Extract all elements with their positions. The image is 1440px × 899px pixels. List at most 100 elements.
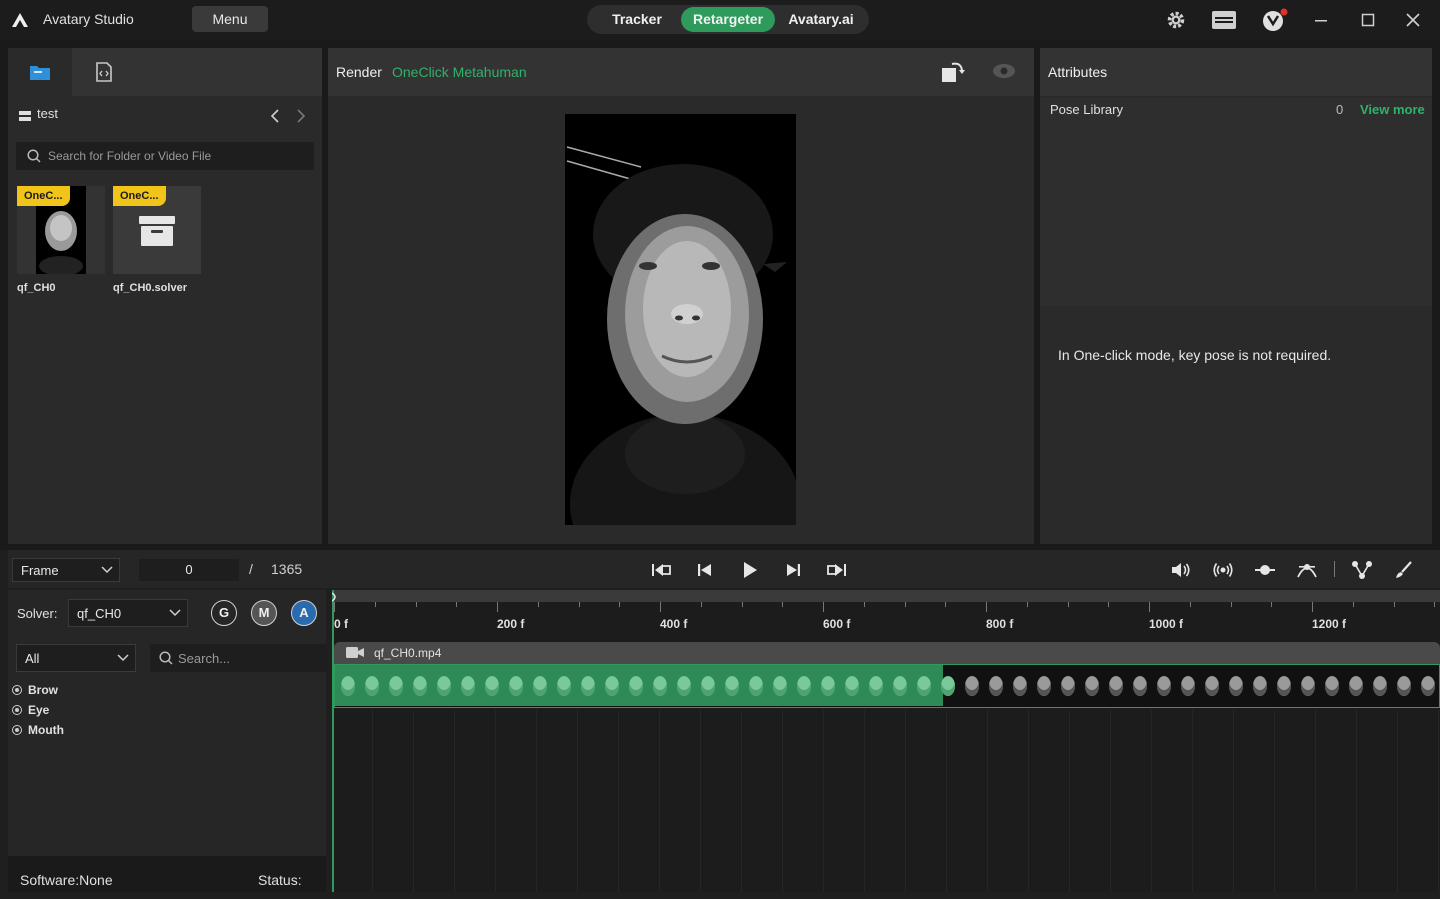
grid-line	[536, 710, 537, 892]
maximize-icon[interactable]	[1356, 8, 1380, 32]
frame-thumbnail	[893, 676, 907, 696]
play-icon[interactable]	[738, 559, 762, 581]
video-preview[interactable]	[565, 114, 796, 525]
playhead[interactable]	[332, 590, 336, 892]
grid-line	[577, 710, 578, 892]
clip-header[interactable]: qf_CH0.mp4	[334, 642, 1440, 664]
playhead-handle-icon[interactable]	[332, 592, 339, 602]
ruler-tick	[945, 602, 947, 607]
app-title: Avatary Studio	[43, 11, 134, 27]
frame-thumbnail	[677, 676, 691, 696]
ruler-tick-label: 400 f	[660, 617, 688, 631]
title-bar: Avatary Studio Menu Tracker Retargeter A…	[0, 0, 1440, 40]
keyframe-icon[interactable]	[1253, 559, 1277, 581]
frame-thumbnail	[1421, 676, 1435, 696]
frame-thumbnail	[365, 676, 379, 696]
solver-dropdown[interactable]: qf_CH0	[68, 599, 188, 627]
tab-retargeter[interactable]: Retargeter	[681, 7, 775, 32]
broadcast-icon[interactable]	[1211, 559, 1235, 581]
step-forward-icon[interactable]	[781, 559, 805, 581]
solver-m-button[interactable]: M	[251, 600, 277, 626]
file-item-video[interactable]: OneC... qf_CH0	[17, 186, 107, 294]
jump-to-start-icon[interactable]	[650, 559, 674, 581]
clip-track[interactable]	[334, 664, 1440, 708]
frame-thumbnail	[485, 676, 499, 696]
forward-chevron-icon[interactable]	[296, 109, 306, 123]
ruler-tick	[660, 602, 661, 612]
status-bar: Software:None Status:	[8, 856, 326, 892]
grid-line	[1151, 710, 1152, 892]
grid-line	[1274, 710, 1275, 892]
category-item-eye[interactable]: Eye	[12, 703, 49, 717]
ruler-tick-label: 1000 f	[1149, 617, 1184, 631]
ruler-tick	[863, 602, 865, 607]
grid-line	[946, 710, 947, 892]
minimize-icon[interactable]	[1309, 8, 1333, 32]
solver-a-button[interactable]: A	[291, 600, 317, 626]
frame-thumbnail	[797, 676, 811, 696]
volume-icon[interactable]	[1169, 559, 1193, 581]
tab-avatary-ai[interactable]: Avatary.ai	[777, 7, 865, 32]
subtitles-icon[interactable]	[1210, 8, 1238, 32]
frame-thumbnail	[1109, 676, 1123, 696]
ruler-tick	[456, 602, 458, 607]
expand-icon	[12, 685, 22, 695]
ruler-tick	[1026, 602, 1028, 607]
view-more-link[interactable]: View more	[1360, 102, 1425, 117]
frame-thumbnail	[557, 676, 571, 696]
grid-line	[782, 710, 783, 892]
tab-script[interactable]	[72, 48, 136, 96]
close-icon[interactable]	[1401, 8, 1425, 32]
expand-icon	[12, 725, 22, 735]
timeline-scrub-bar[interactable]	[332, 590, 1440, 602]
ruler-tick	[1434, 602, 1436, 607]
tab-folder[interactable]	[8, 48, 72, 96]
render-mode-label: OneClick Metahuman	[392, 64, 527, 80]
category-search-input[interactable]	[178, 644, 322, 672]
solver-g-button[interactable]: G	[211, 600, 237, 626]
frame-thumbnail	[389, 676, 403, 696]
step-back-icon[interactable]	[693, 559, 717, 581]
ruler-tick	[1149, 602, 1150, 612]
menu-button[interactable]: Menu	[192, 6, 268, 32]
tab-tracker[interactable]: Tracker	[593, 7, 681, 32]
settings-gear-icon[interactable]	[1164, 8, 1188, 32]
bottom-area: Frame 0 / 1365 Solver: qf_CH0 G M A All …	[0, 550, 1440, 899]
node-graph-icon[interactable]	[1350, 559, 1374, 581]
grid-line	[1233, 710, 1234, 892]
pose-library-box	[1040, 98, 1432, 306]
browser-tabs	[8, 48, 322, 96]
frame-thumbnail	[1349, 676, 1363, 696]
category-item-mouth[interactable]: Mouth	[12, 723, 64, 737]
grid-line	[372, 710, 373, 892]
file-search	[16, 142, 314, 170]
brush-tool-icon[interactable]	[1392, 559, 1416, 581]
timeline[interactable]: 0 f 200 f 400 f 600 f 800 f 1000 f 1200 f qf_C…	[332, 590, 1440, 892]
account-avatar-icon[interactable]	[1259, 8, 1289, 32]
process-status: Status:	[258, 872, 302, 888]
grid-line	[1397, 710, 1398, 892]
rotate-view-icon[interactable]	[940, 60, 966, 84]
category-filter-dropdown[interactable]: All	[16, 644, 136, 672]
current-frame-input[interactable]: 0	[139, 559, 239, 581]
frame-thumbnail	[581, 676, 595, 696]
ruler-tick	[904, 602, 906, 607]
frame-mode-dropdown[interactable]: Frame	[12, 558, 120, 582]
render-header: Render OneClick Metahuman	[328, 48, 1034, 96]
visibility-eye-icon[interactable]	[992, 63, 1016, 79]
file-search-input[interactable]	[48, 142, 308, 170]
ruler-tick	[700, 602, 702, 607]
file-badge: OneC...	[17, 186, 70, 206]
ruler-tick	[741, 602, 743, 607]
back-chevron-icon[interactable]	[270, 109, 280, 123]
category-item-brow[interactable]: Brow	[12, 683, 58, 697]
curve-tool-icon[interactable]	[1295, 559, 1319, 581]
jump-to-end-icon[interactable]	[824, 559, 848, 581]
file-badge: OneC...	[113, 186, 166, 206]
file-item-solver[interactable]: OneC... qf_CH0.solver	[113, 186, 203, 294]
frame-thumbnail	[845, 676, 859, 696]
expand-icon	[12, 705, 22, 715]
grid-line	[495, 710, 496, 892]
grid-line	[1315, 710, 1316, 892]
frame-thumbnail	[989, 676, 1003, 696]
